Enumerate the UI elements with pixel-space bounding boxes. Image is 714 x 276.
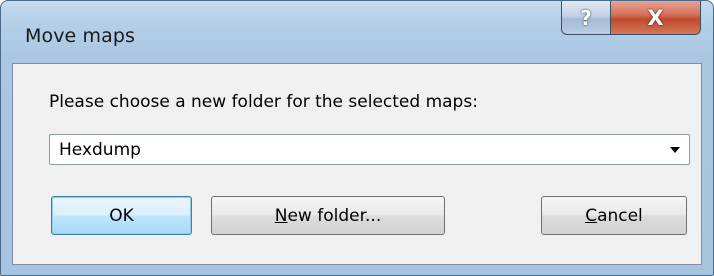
help-button[interactable]: ? xyxy=(561,1,611,35)
folder-select-value: Hexdump xyxy=(59,140,141,160)
close-icon: X xyxy=(647,5,664,30)
title-bar[interactable]: Move maps ? X xyxy=(1,1,713,63)
dialog-title: Move maps xyxy=(25,25,136,47)
new-folder-button[interactable]: New folder... xyxy=(211,196,445,235)
dialog-body: Please choose a new folder for the selec… xyxy=(12,63,702,265)
cancel-mnemonic: C xyxy=(585,205,598,226)
cancel-label-rest: ancel xyxy=(597,205,643,226)
folder-select[interactable]: Hexdump xyxy=(49,134,690,165)
ok-button[interactable]: OK xyxy=(51,196,192,235)
help-icon: ? xyxy=(580,5,592,30)
new-folder-button-label: New folder... xyxy=(275,206,381,226)
dropdown-arrow-icon[interactable] xyxy=(670,147,680,153)
caption-buttons: ? X xyxy=(561,1,701,37)
close-button[interactable]: X xyxy=(611,1,701,35)
new-folder-mnemonic: N xyxy=(274,205,288,226)
cancel-button-label: Cancel xyxy=(585,206,643,226)
move-maps-dialog: Move maps ? X Please choose a new folder… xyxy=(0,0,714,276)
new-folder-label-rest: ew folder... xyxy=(287,205,382,226)
folder-prompt-label: Please choose a new folder for the selec… xyxy=(49,92,478,112)
cancel-button[interactable]: Cancel xyxy=(541,196,687,235)
ok-button-label: OK xyxy=(109,205,134,226)
